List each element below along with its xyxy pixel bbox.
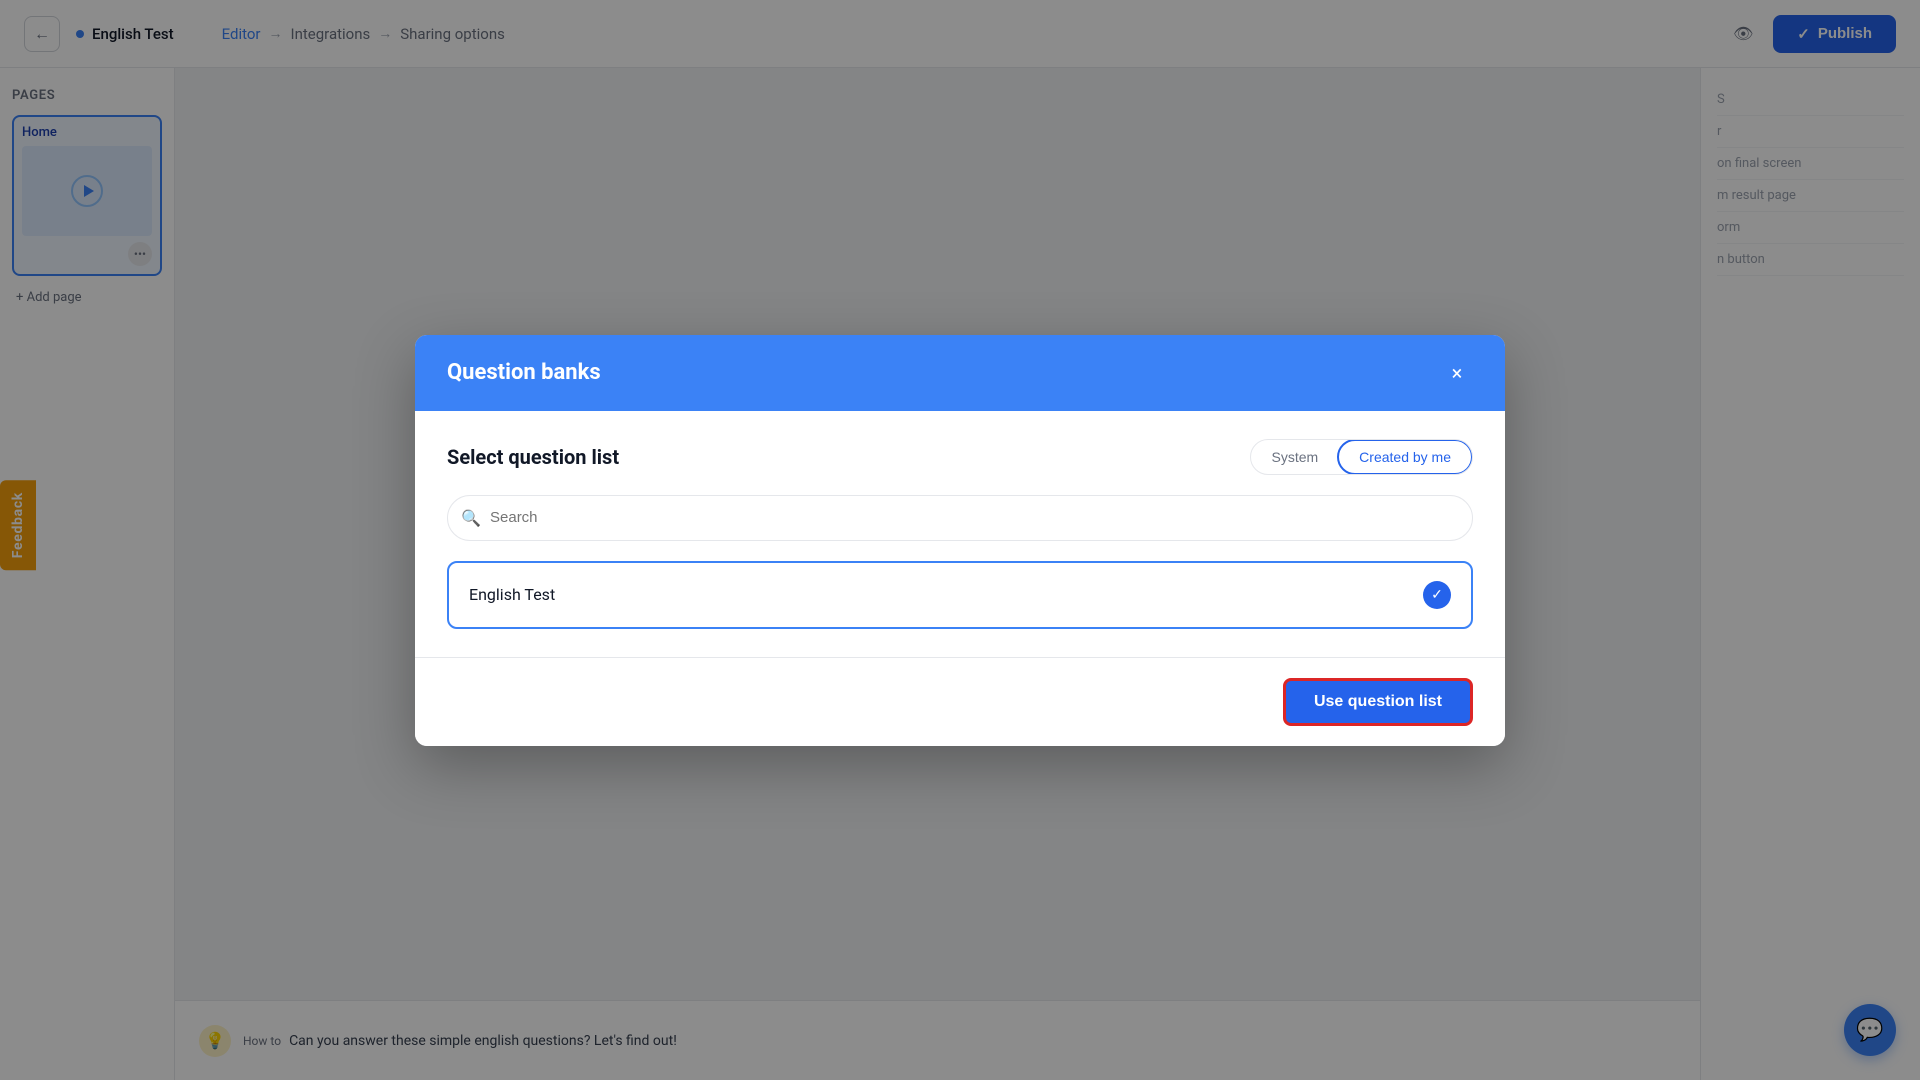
modal-body: Select question list System Created by m… [415,411,1505,657]
close-icon: × [1452,361,1463,385]
modal-footer: Use question list [415,657,1505,746]
modal-overlay: Question banks × Select question list Sy… [0,0,1920,1080]
selected-check-icon: ✓ [1423,581,1451,609]
use-question-list-button[interactable]: Use question list [1283,678,1473,726]
modal-close-button[interactable]: × [1441,357,1473,389]
question-banks-modal: Question banks × Select question list Sy… [415,335,1505,746]
search-input[interactable] [447,495,1473,541]
modal-body-header: Select question list System Created by m… [447,439,1473,475]
modal-header: Question banks × [415,335,1505,411]
tab-system[interactable]: System [1251,441,1338,473]
modal-title: Question banks [447,360,601,385]
tab-group: System Created by me [1250,439,1473,475]
search-container: 🔍 [447,495,1473,541]
question-list-item-1[interactable]: English Test ✓ [447,561,1473,629]
tab-created-by-me[interactable]: Created by me [1337,439,1473,475]
question-item-label: English Test [469,585,555,604]
select-question-title: Select question list [447,445,619,469]
search-icon: 🔍 [461,508,481,527]
